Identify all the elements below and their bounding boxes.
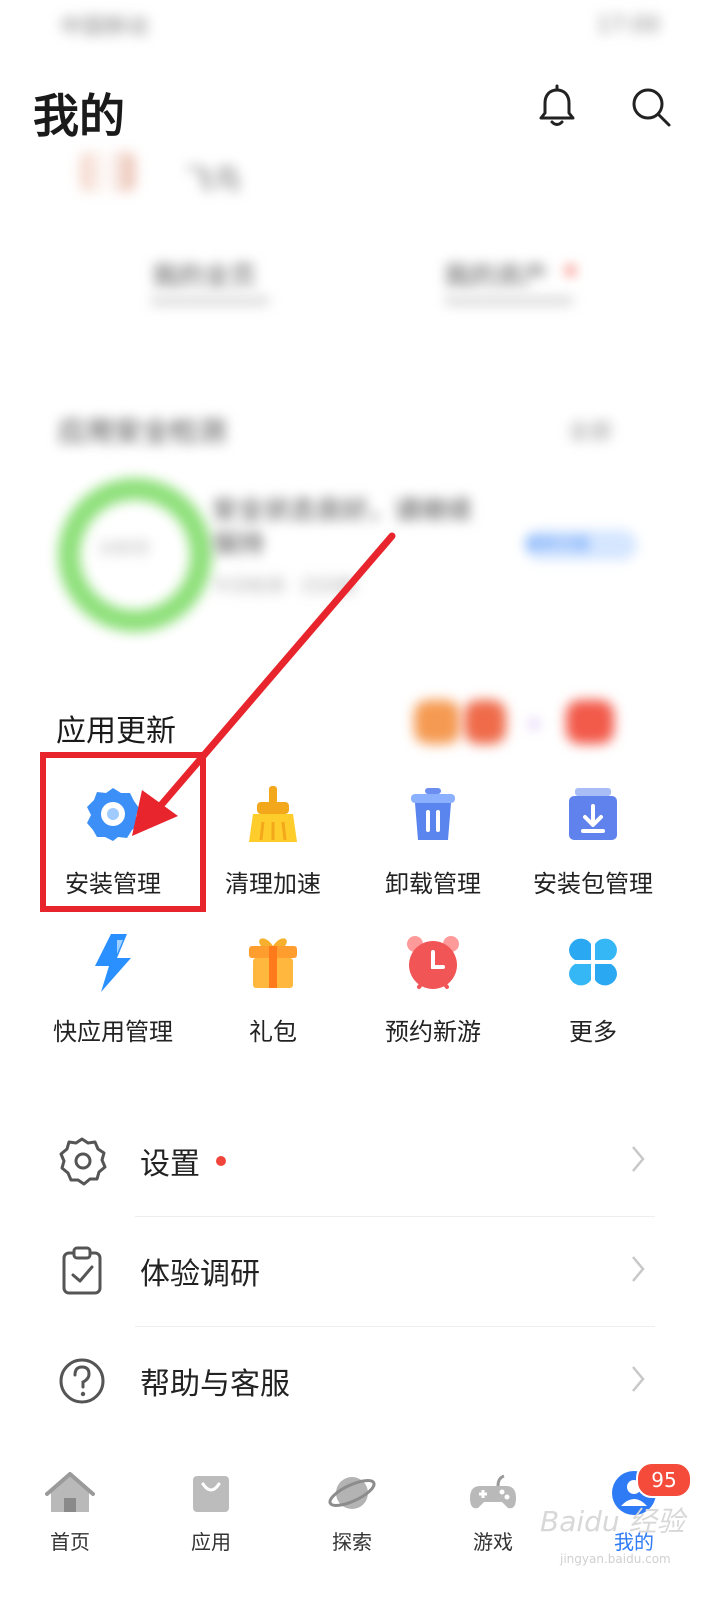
bag-icon bbox=[193, 1476, 229, 1512]
tool-label: 预约新游 bbox=[385, 1018, 481, 1046]
clipboard-check-icon bbox=[62, 1246, 102, 1295]
menu-label: 设置 bbox=[140, 1147, 200, 1182]
settings-outline-icon bbox=[59, 1137, 107, 1186]
nav-label: 游戏 bbox=[473, 1530, 513, 1554]
nav-label: 应用 bbox=[191, 1530, 231, 1554]
chevron-right-icon bbox=[632, 1146, 645, 1172]
menu-item-settings[interactable]: 设置 bbox=[50, 1106, 660, 1216]
gamepad-icon bbox=[470, 1474, 516, 1509]
chevron-right-icon bbox=[632, 1256, 645, 1282]
tool-label: 快应用管理 bbox=[53, 1018, 173, 1046]
arrow-annotation bbox=[132, 532, 396, 836]
menu-item-survey[interactable]: 体验调研 bbox=[50, 1216, 660, 1326]
menu-label: 体验调研 bbox=[140, 1257, 260, 1292]
home-icon bbox=[45, 1472, 95, 1512]
nav-explore[interactable]: 探索 bbox=[297, 1468, 407, 1588]
chevron-right-icon bbox=[632, 1366, 645, 1392]
planet-icon bbox=[328, 1477, 376, 1509]
nav-apps[interactable]: 应用 bbox=[156, 1468, 266, 1588]
nav-label: 首页 bbox=[50, 1530, 90, 1554]
menu-label: 帮助与客服 bbox=[140, 1367, 290, 1402]
tool-label: 礼包 bbox=[249, 1018, 297, 1046]
watermark: Baidu 经验 bbox=[540, 1505, 685, 1538]
notification-dot bbox=[216, 1156, 226, 1166]
menu-item-help[interactable]: 帮助与客服 bbox=[50, 1326, 660, 1436]
notification-badge: 95 bbox=[636, 1462, 692, 1498]
watermark-url: jingyan.baidu.com bbox=[560, 1552, 671, 1566]
nav-games[interactable]: 游戏 bbox=[438, 1468, 548, 1588]
tool-label: 更多 bbox=[569, 1018, 617, 1046]
nav-home[interactable]: 首页 bbox=[15, 1468, 125, 1588]
nav-label: 探索 bbox=[332, 1530, 372, 1554]
help-circle-icon bbox=[59, 1358, 105, 1404]
